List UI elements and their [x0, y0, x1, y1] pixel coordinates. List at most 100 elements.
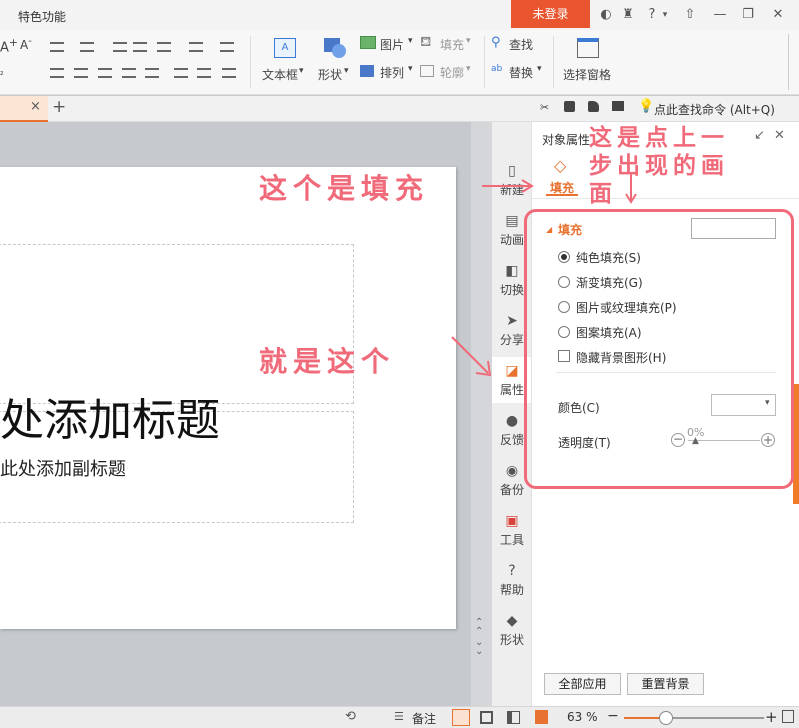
sidebar-item-label: 反馈: [499, 433, 524, 447]
pane-pin-icon[interactable]: ↙: [754, 128, 765, 143]
slide-title[interactable]: 处添加标题: [0, 384, 220, 448]
find-button[interactable]: ⚲ 查找: [491, 35, 547, 56]
restore-icon[interactable]: ❐: [738, 5, 758, 25]
shape-icon: ◆: [506, 613, 518, 629]
justify-icon[interactable]: [122, 68, 136, 78]
sidebar-item-label: 形状: [499, 633, 524, 647]
help-icon: ?: [508, 563, 516, 579]
history-icon[interactable]: [588, 101, 599, 112]
sidebar-item-label: 动画: [499, 233, 524, 247]
shrink-font-icon[interactable]: A-: [20, 36, 32, 52]
selection-pane-button[interactable]: 选择窗格: [561, 34, 617, 92]
chevron-down-icon: ▾: [466, 36, 471, 46]
sidebar-item-help[interactable]: ? 帮助: [492, 557, 532, 603]
doc-icon[interactable]: [564, 101, 575, 112]
outdent-icon[interactable]: [113, 42, 127, 52]
arrange-button[interactable]: 排列 ▾: [360, 64, 420, 84]
annotation-arrow-right: [482, 179, 534, 193]
sidebar-item-label: 分享: [499, 333, 524, 347]
align-right-icon[interactable]: [98, 68, 112, 78]
line-spacing-icon[interactable]: [174, 68, 188, 78]
normal-view-button[interactable]: [452, 709, 470, 726]
annotation-this-one: 就是这个: [259, 345, 396, 378]
fit-window-button[interactable]: [782, 710, 794, 723]
outline-button[interactable]: 轮廓 ▾: [420, 64, 480, 84]
zoom-in-button[interactable]: +: [765, 708, 778, 726]
new-tab-button[interactable]: +: [52, 97, 66, 117]
tab-fill[interactable]: ◇ 填充: [546, 152, 578, 196]
arrange-label: 排列: [380, 66, 405, 80]
document-tab[interactable]: ×: [0, 96, 48, 122]
skin-icon[interactable]: ◐: [596, 5, 616, 25]
pane-title: 对象属性: [542, 133, 591, 147]
sidebar-item-label: 工具: [499, 533, 524, 547]
ribbon-divider: [553, 36, 554, 88]
slide-sorter-button[interactable]: [480, 711, 493, 724]
ribbon-divider: [484, 36, 485, 88]
arrange-icon: [360, 65, 374, 77]
sidebar-item-tools[interactable]: ▣ 工具: [492, 507, 532, 553]
title-placeholder-box[interactable]: [0, 244, 354, 404]
picture-button[interactable]: 图片 ▾: [360, 36, 420, 56]
textbox-button[interactable]: A 文本框 ▾: [262, 34, 312, 92]
textbox-label: 文本框: [262, 68, 299, 82]
annotation-fill-note: 这个是填充: [259, 172, 430, 205]
indent-icon[interactable]: [133, 42, 147, 52]
slide[interactable]: 处添加标题 此处添加副标题: [0, 167, 456, 629]
lightbulb-icon: 💡: [638, 99, 655, 114]
replace-icon: ab: [491, 64, 503, 74]
upload-icon[interactable]: ⇧: [680, 5, 700, 25]
char-spacing-icon[interactable]: [220, 42, 234, 52]
reading-view-button[interactable]: [507, 711, 520, 724]
zoom-slider-thumb[interactable]: [659, 711, 673, 725]
align-text-icon[interactable]: [189, 42, 203, 52]
feedback-icon: ●: [505, 413, 519, 429]
sidebar-item-shape[interactable]: ◆ 形状: [492, 607, 532, 653]
ribbon-divider: [250, 36, 251, 88]
shape-label: 形状: [318, 68, 343, 82]
bullet-list-icon[interactable]: [50, 42, 64, 52]
zoom-out-button[interactable]: −: [607, 708, 619, 724]
fill-button[interactable]: ⛾ 填充 ▾: [420, 34, 480, 56]
replace-button[interactable]: ab 替换 ▾: [491, 64, 551, 84]
scissors-icon[interactable]: ✂: [540, 101, 549, 114]
vertical-scrollbar[interactable]: ⌃ ⌃ ⌄ ⌄: [471, 122, 491, 706]
slideshow-button[interactable]: [535, 710, 548, 724]
columns-icon[interactable]: [222, 68, 236, 78]
property-icon: ◪: [505, 363, 519, 379]
number-list-icon[interactable]: [80, 42, 94, 52]
pane-close-icon[interactable]: ✕: [774, 128, 785, 143]
title-bar: 特色功能 未登录 ◐ ♜ ? ▾ ⇧ — ❐ ✕: [0, 0, 799, 30]
grow-font-icon[interactable]: A+: [0, 36, 18, 55]
shape-button[interactable]: 形状 ▾: [316, 34, 356, 92]
zoom-value: 63 %: [567, 710, 598, 724]
subscript-icon[interactable]: ₂: [0, 68, 4, 78]
command-search[interactable]: 点此查找命令 (Alt+Q): [654, 101, 775, 118]
tab-fill-label: 填充: [549, 181, 574, 195]
slide-subtitle[interactable]: 此处添加副标题: [0, 455, 126, 481]
comment-icon[interactable]: [612, 101, 624, 111]
reset-background-button[interactable]: 重置背景: [627, 673, 704, 695]
shirt-icon[interactable]: ♜: [618, 5, 638, 25]
chevron-down-icon[interactable]: ▾: [655, 5, 675, 25]
prev-slide-icon[interactable]: ⌃ ⌃: [475, 618, 483, 637]
distribute-icon[interactable]: [145, 68, 159, 78]
chevron-down-icon: ▾: [299, 66, 304, 76]
align-center-icon[interactable]: [74, 68, 88, 78]
next-slide-icon[interactable]: ⌄ ⌄: [475, 638, 483, 657]
slide-canvas[interactable]: 处添加标题 此处添加副标题 ⌃ ⌃ ⌄ ⌄: [0, 122, 491, 706]
tab-close-button[interactable]: ×: [30, 99, 41, 114]
sidebar-item-label: 切换: [499, 283, 524, 297]
text-direction-icon[interactable]: [157, 42, 171, 52]
login-button[interactable]: 未登录: [511, 0, 590, 28]
para-spacing-icon[interactable]: [197, 68, 211, 78]
align-left-icon[interactable]: [50, 68, 64, 78]
ribbon: A+ A- ₂ A 文本框 ▾ 形状 ▾ 图片 ▾ ⛾ 填充 ▾ 排列 ▾ 轮廓…: [0, 30, 799, 95]
apply-all-button[interactable]: 全部应用: [544, 673, 621, 695]
history-icon[interactable]: ⟲: [345, 709, 356, 724]
picture-icon: [360, 36, 376, 49]
notes-button[interactable]: 备注: [412, 710, 436, 727]
close-icon[interactable]: ✕: [768, 5, 788, 25]
annotation-arrow-diagonal: [451, 336, 492, 377]
minimize-icon[interactable]: —: [710, 5, 730, 25]
